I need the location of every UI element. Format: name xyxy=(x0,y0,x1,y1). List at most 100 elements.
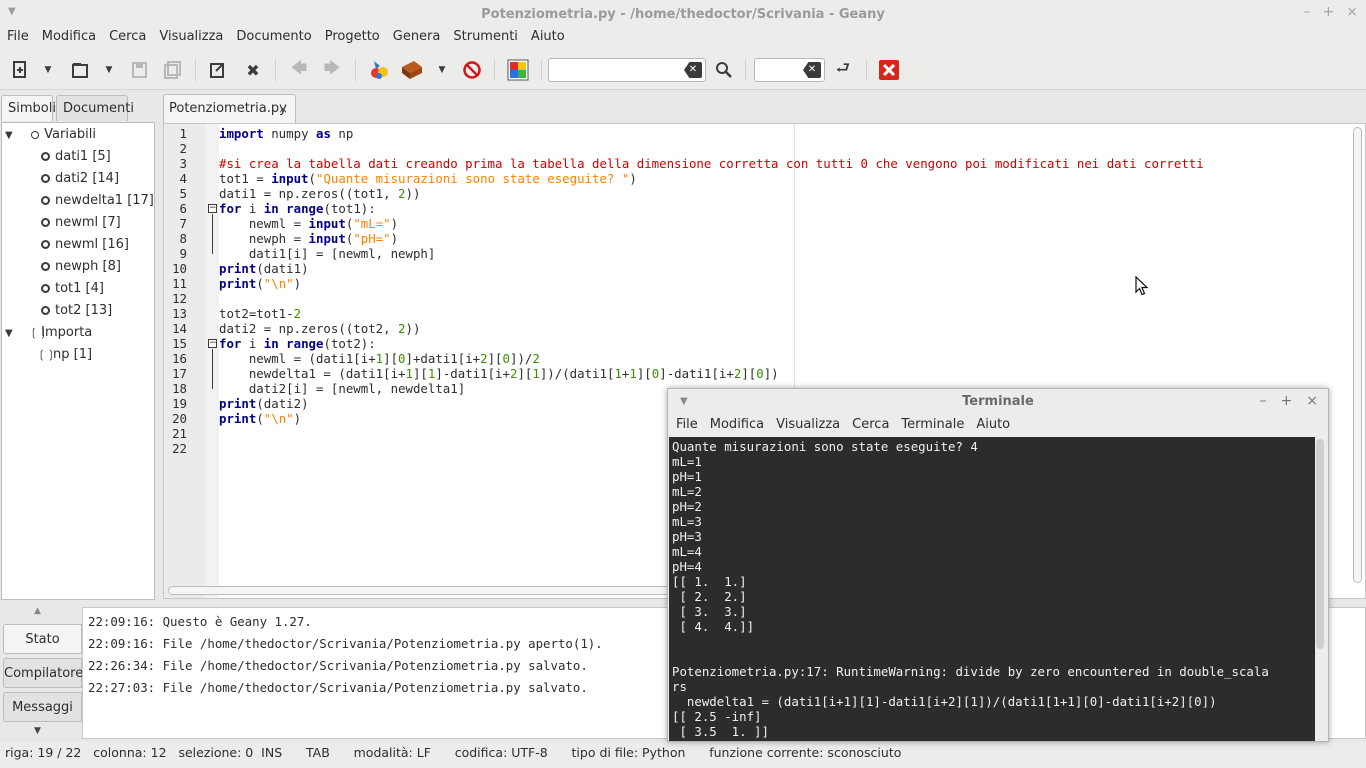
goto-line-input[interactable]: ✕ xyxy=(754,58,825,82)
code-line[interactable]: dati1[i] = [newml, newph] xyxy=(219,246,436,261)
code-line[interactable]: #si crea la tabella dati creando prima l… xyxy=(219,156,1204,171)
terminal-title: Terminale xyxy=(962,394,1034,409)
terminal-output[interactable]: Quante misurazioni sono state eseguite? … xyxy=(669,437,1315,741)
tree-item[interactable]: ❲❳np [1] xyxy=(37,346,92,364)
scroll-down-arrow-icon[interactable]: ▼ xyxy=(34,726,41,736)
code-line[interactable]: newph = input("pH=") xyxy=(219,231,398,246)
menu-cerca[interactable]: Cerca xyxy=(109,28,146,50)
code-line[interactable]: dati2 = np.zeros((tot2, 2)) xyxy=(219,321,420,336)
tree-item[interactable]: newdelta1 [17] xyxy=(41,192,154,210)
fold-toggle-icon[interactable]: − xyxy=(208,204,217,213)
terminal-line: Quante misurazioni sono state eseguite? … xyxy=(672,439,978,454)
code-line[interactable]: tot2=tot1-2 xyxy=(219,306,301,321)
tab-stato[interactable]: Stato xyxy=(3,624,82,654)
menu-modifica[interactable]: Modifica xyxy=(42,28,96,50)
collapse-arrow-icon[interactable]: ▼ xyxy=(5,127,17,145)
terminal-menu-modifica[interactable]: Modifica xyxy=(710,415,764,437)
terminal-menu-terminale[interactable]: Terminale xyxy=(901,415,964,437)
line-number: 10 xyxy=(172,261,187,276)
tree-item[interactable]: dati2 [14] xyxy=(41,170,119,188)
terminal-menu-icon[interactable]: ▼ xyxy=(680,389,688,414)
code-line[interactable]: newml = (dati1[i+1][0]+dati1[i+2][0])/2 xyxy=(219,351,540,366)
quit-icon[interactable] xyxy=(877,58,901,82)
code-line[interactable]: newdelta1 = (dati1[i+1][1]-dati1[i+2][1]… xyxy=(219,366,779,381)
terminal-window[interactable]: ▼ Terminale – + × File Modifica Visualiz… xyxy=(667,388,1329,742)
reload-icon[interactable] xyxy=(206,58,230,82)
goto-line-icon[interactable]: ⮐ xyxy=(831,58,855,82)
tree-item[interactable]: dati1 [5] xyxy=(41,148,111,166)
tree-group-variabili[interactable]: ▼ Variabili xyxy=(5,126,96,145)
menu-file[interactable]: File xyxy=(7,28,29,50)
close-file-icon[interactable]: ✖ xyxy=(241,58,265,82)
tree-item[interactable]: tot2 [13] xyxy=(41,302,112,320)
tree-item[interactable]: newml [7] xyxy=(41,214,121,232)
close-tab-icon[interactable]: × xyxy=(278,95,288,123)
tab-messaggi[interactable]: Messaggi xyxy=(3,692,82,722)
terminal-maximize-button[interactable]: + xyxy=(1281,389,1293,414)
menu-visualizza[interactable]: Visualizza xyxy=(159,28,223,50)
code-line[interactable]: tot1 = input("Quante misurazioni sono st… xyxy=(219,171,637,186)
collapse-arrow-icon[interactable]: ▼ xyxy=(5,325,17,343)
terminal-menu-file[interactable]: File xyxy=(676,415,698,437)
menu-aiuto[interactable]: Aiuto xyxy=(531,28,565,50)
menu-genera[interactable]: Genera xyxy=(393,28,441,50)
build-dropdown-icon[interactable]: ▼ xyxy=(436,58,448,82)
code-line[interactable]: print("\n") xyxy=(219,411,301,426)
tree-item[interactable]: newml [16] xyxy=(41,236,129,254)
tree-item[interactable]: tot1 [4] xyxy=(41,280,104,298)
variable-icon xyxy=(41,218,50,227)
new-file-icon[interactable] xyxy=(8,58,32,82)
terminal-minimize-button[interactable]: – xyxy=(1260,389,1267,414)
tree-item[interactable]: newph [8] xyxy=(41,258,121,276)
code-line[interactable]: for i in range(tot1): xyxy=(219,201,376,216)
tab-simboli[interactable]: Simboli xyxy=(1,95,56,121)
editor-vertical-scrollbar[interactable] xyxy=(1353,127,1362,583)
clear-search-icon[interactable]: ✕ xyxy=(684,62,702,78)
minimize-button[interactable]: – xyxy=(1304,4,1311,20)
code-line[interactable]: print("\n") xyxy=(219,276,301,291)
open-file-icon[interactable] xyxy=(68,58,92,82)
code-line[interactable]: for i in range(tot2): xyxy=(219,336,376,351)
terminal-menu-visualizza[interactable]: Visualizza xyxy=(776,415,840,437)
code-line[interactable]: dati2[i] = [newml, newdelta1] xyxy=(219,381,465,396)
save-all-icon[interactable] xyxy=(161,58,185,82)
close-window-button[interactable]: × xyxy=(1346,4,1358,20)
build-icon[interactable] xyxy=(400,58,424,82)
terminal-line: mL=3 xyxy=(672,514,702,529)
compile-icon[interactable] xyxy=(367,58,391,82)
open-file-dropdown-icon[interactable]: ▼ xyxy=(103,58,115,82)
terminal-menu-cerca[interactable]: Cerca xyxy=(852,415,889,437)
scroll-up-arrow-icon[interactable]: ▲ xyxy=(34,606,41,616)
tab-documenti[interactable]: Documenti xyxy=(56,95,134,121)
tab-potenziometria[interactable]: Potenziometria.py × xyxy=(163,94,296,123)
color-chooser-icon[interactable] xyxy=(506,58,530,82)
code-line[interactable]: print(dati2) xyxy=(219,396,309,411)
line-number: 12 xyxy=(172,291,187,306)
maximize-button[interactable]: + xyxy=(1323,4,1335,20)
search-input[interactable]: ✕ xyxy=(548,58,706,82)
clear-line-icon[interactable]: ✕ xyxy=(803,62,821,78)
tab-compilatore[interactable]: Compilatore xyxy=(3,658,83,688)
terminal-close-button[interactable]: × xyxy=(1306,389,1318,414)
terminal-scroll-thumb[interactable] xyxy=(1316,439,1324,649)
back-icon[interactable]: 🡄 xyxy=(287,58,311,82)
terminal-menu-aiuto[interactable]: Aiuto xyxy=(976,415,1010,437)
fold-toggle-icon[interactable]: − xyxy=(208,339,217,348)
terminal-scrollbar[interactable] xyxy=(1315,437,1325,741)
editor-horizontal-scrollbar[interactable] xyxy=(168,586,688,595)
tree-group-importa[interactable]: ▼ ❲❳Importa xyxy=(5,324,92,343)
stop-icon[interactable] xyxy=(460,58,484,82)
forward-icon[interactable]: 🡆 xyxy=(320,58,344,82)
code-line[interactable]: newml = input("mL=") xyxy=(219,216,398,231)
menu-progetto[interactable]: Progetto xyxy=(325,28,380,50)
menu-strumenti[interactable]: Strumenti xyxy=(453,28,518,50)
menu-documento[interactable]: Documento xyxy=(236,28,311,50)
toolbar-separator xyxy=(745,59,746,81)
save-icon[interactable] xyxy=(128,58,152,82)
terminal-titlebar[interactable]: ▼ Terminale – + × xyxy=(668,389,1328,415)
code-line[interactable]: dati1 = np.zeros((tot1, 2)) xyxy=(219,186,420,201)
code-line[interactable]: print(dati1) xyxy=(219,261,309,276)
search-icon[interactable] xyxy=(712,58,736,82)
new-file-dropdown-icon[interactable]: ▼ xyxy=(42,58,54,82)
code-line[interactable]: import numpy as np xyxy=(219,126,353,141)
